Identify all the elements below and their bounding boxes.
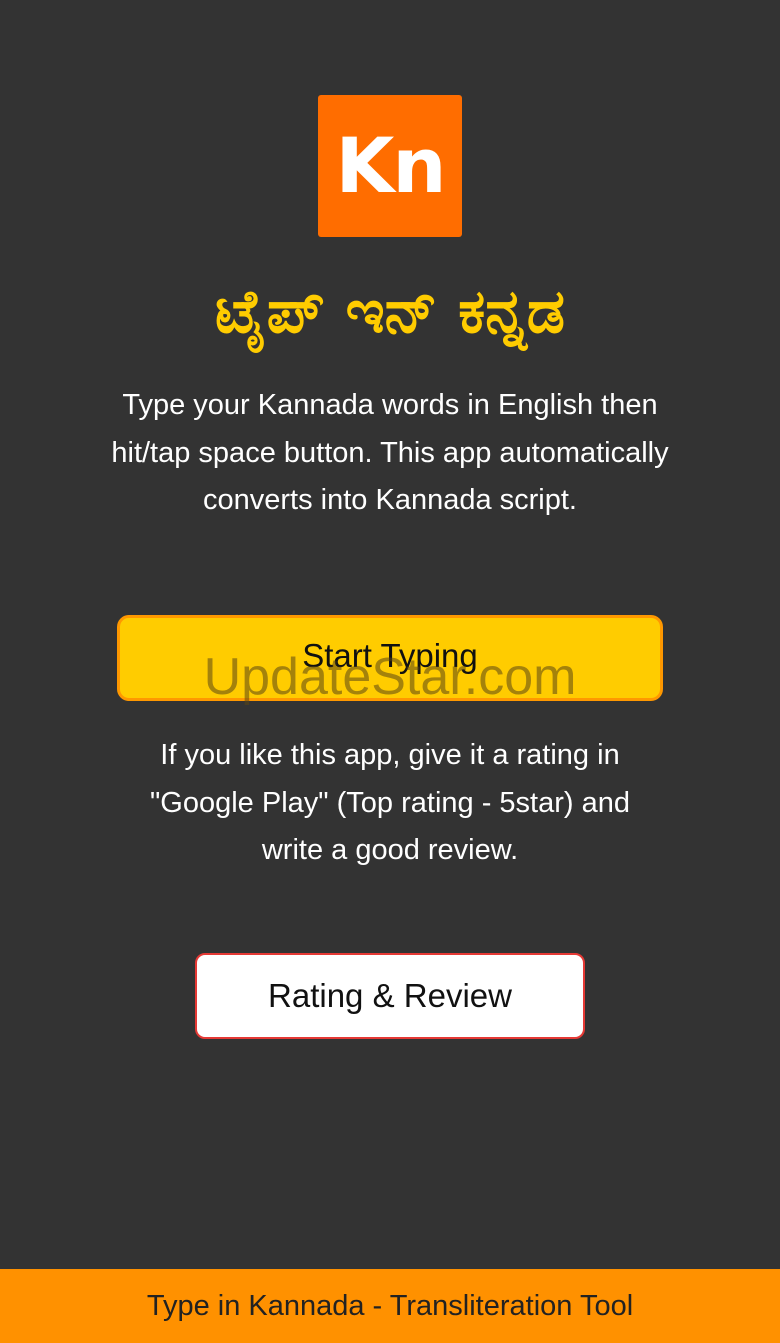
footer-banner: Type in Kannada - Transliteration Tool [0,1269,780,1343]
footer-text: Type in Kannada - Transliteration Tool [146,1289,634,1322]
start-typing-label: Start Typing [302,637,478,674]
rating-prompt-text: If you like this app, give it a rating i… [150,739,630,866]
app-logo: Kn [318,95,462,237]
start-typing-button[interactable]: Start Typing [117,615,663,701]
intro-text: Type your Kannada words in English then … [111,389,669,516]
app-logo-text: Kn [335,121,447,210]
rating-review-label: Rating & Review [268,977,512,1014]
app-title: ಟೈಪ್ ಇನ್ ಕನ್ನಡ [215,277,565,347]
rating-review-button[interactable]: Rating & Review [195,953,585,1039]
